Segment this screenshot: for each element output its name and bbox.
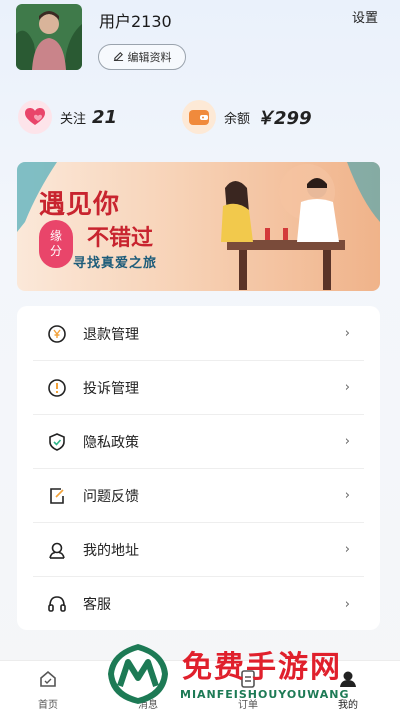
balance-value: ￥299 — [256, 108, 312, 129]
menu-item-service[interactable]: 客服 › — [33, 577, 364, 631]
refund-icon — [45, 322, 69, 346]
avatar[interactable] — [16, 4, 82, 70]
settings-link[interactable]: 设置 — [352, 7, 378, 26]
balance-stat[interactable]: 余额 ￥299 — [182, 100, 312, 134]
chevron-right-icon: › — [344, 380, 350, 395]
badge-top: 缘 — [49, 229, 62, 243]
follow-label: 关注 — [60, 111, 87, 127]
heart-icon — [18, 100, 52, 134]
menu-label: 退款管理 — [83, 326, 139, 343]
menu-label: 投诉管理 — [83, 380, 139, 397]
tab-home[interactable]: 首页 — [18, 669, 78, 711]
menu-label: 客服 — [83, 597, 111, 613]
banner-slogan: 寻找真爱之旅 — [73, 256, 158, 271]
follow-count: 21 — [92, 106, 118, 128]
menu-label: 问题反馈 — [83, 488, 139, 505]
username: 用户2130 — [99, 12, 172, 31]
address-icon — [45, 538, 69, 562]
chevron-right-icon: › — [344, 542, 350, 557]
pencil-icon — [113, 50, 124, 64]
watermark-logo-icon — [108, 644, 168, 704]
promo-banner[interactable]: 遇见你 缘 分 不错过 寻找真爱之旅 — [17, 162, 380, 291]
menu-label: 我的地址 — [83, 542, 139, 559]
complaint-icon — [45, 376, 69, 400]
menu-item-complaint[interactable]: 投诉管理 › — [33, 361, 364, 415]
menu-item-address[interactable]: 我的地址 › — [33, 523, 364, 577]
chevron-right-icon: › — [344, 434, 350, 449]
chevron-right-icon: › — [344, 326, 350, 341]
banner-headline-2: 不错过 — [87, 225, 154, 251]
wallet-icon — [182, 100, 216, 134]
menu-item-refund[interactable]: 退款管理 › — [33, 307, 364, 361]
edit-profile-button[interactable]: 编辑资料 — [98, 44, 186, 70]
feedback-icon — [45, 484, 69, 508]
balance-label: 余额 — [224, 111, 251, 127]
tab-home-label: 首页 — [38, 700, 58, 711]
menu-item-feedback[interactable]: 问题反馈 › — [33, 469, 364, 523]
watermark-title: 免费手游网 — [182, 650, 342, 685]
site-watermark: 免费手游网 MIANFEISHOUYOUWANG — [104, 640, 394, 710]
menu-card: 退款管理 › 投诉管理 › 隐私政策 › 问题反馈 › 我的地址 › 客服 › — [17, 306, 380, 630]
menu-item-privacy[interactable]: 隐私政策 › — [33, 415, 364, 469]
headset-icon — [45, 592, 69, 616]
shield-icon — [45, 430, 69, 454]
watermark-subtitle: MIANFEISHOUYOUWANG — [180, 688, 350, 701]
badge-bottom: 分 — [49, 244, 62, 258]
home-icon — [38, 669, 58, 693]
couple-illustration — [17, 162, 380, 290]
chevron-right-icon: › — [344, 488, 350, 503]
banner-badge: 缘 分 — [39, 220, 73, 268]
follow-stat[interactable]: 关注 21 — [18, 100, 117, 134]
edit-profile-label: 编辑资料 — [127, 51, 172, 64]
banner-headline-1: 遇见你 — [39, 190, 121, 220]
chevron-right-icon: › — [344, 596, 350, 612]
menu-label: 隐私政策 — [83, 434, 139, 451]
